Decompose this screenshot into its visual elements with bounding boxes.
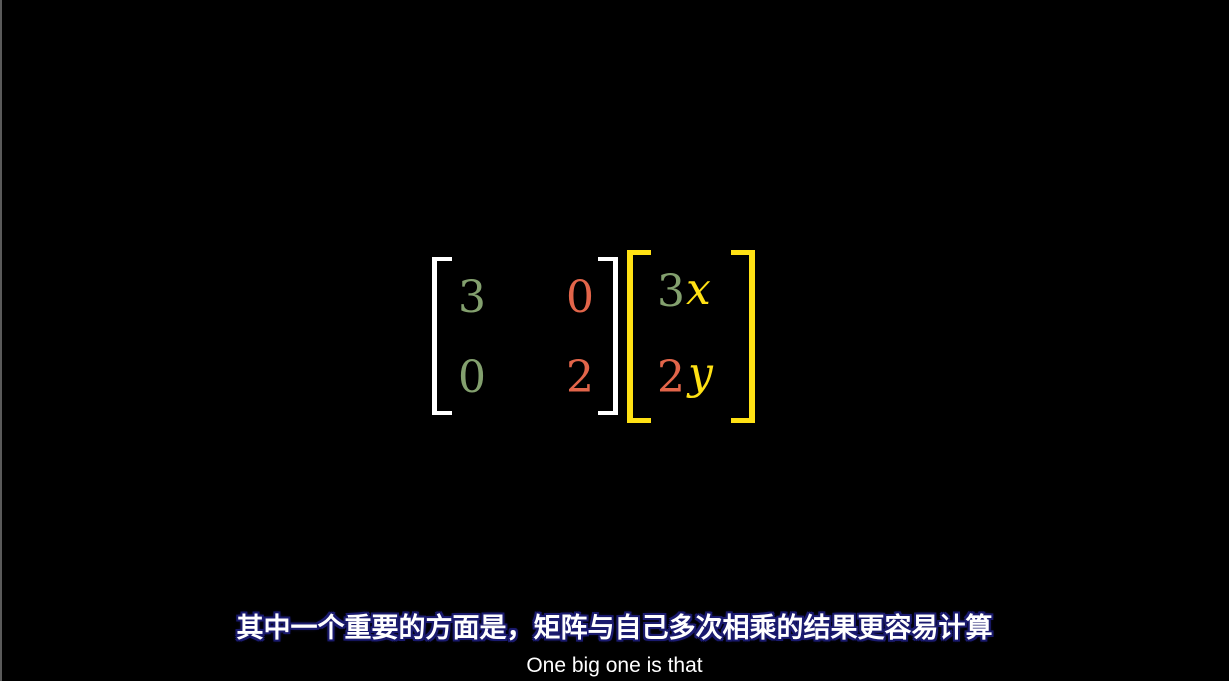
matrix-entry-a11: 3: [458, 272, 486, 323]
vector-right-bracket: [731, 250, 755, 423]
matrix-entry-a12: 0: [566, 272, 594, 323]
vector-left-bracket: [627, 250, 651, 423]
vector-row1-coefficient: 3: [657, 266, 685, 317]
vector-row2-coefficient: 2: [657, 352, 685, 403]
vector-row1-variable: x: [686, 264, 711, 315]
matrix-entry-a21: 0: [458, 352, 486, 403]
subtitle-chinese: 其中一个重要的方面是，矩阵与自己多次相乘的结果更容易计算: [236, 613, 993, 644]
vector-row2-variable: y: [688, 348, 713, 399]
frame-edge: [0, 0, 2, 681]
video-frame: 3 0 0 2 3 x 2 y 其中一个重要的方面是，矩阵与自己多次相乘的结果更…: [0, 0, 1229, 681]
matrix-entry-a22: 2: [566, 352, 594, 403]
matrix-right-bracket: [598, 257, 618, 415]
matrix-left-bracket: [432, 257, 452, 415]
subtitle-english: One big one is that: [526, 654, 703, 677]
